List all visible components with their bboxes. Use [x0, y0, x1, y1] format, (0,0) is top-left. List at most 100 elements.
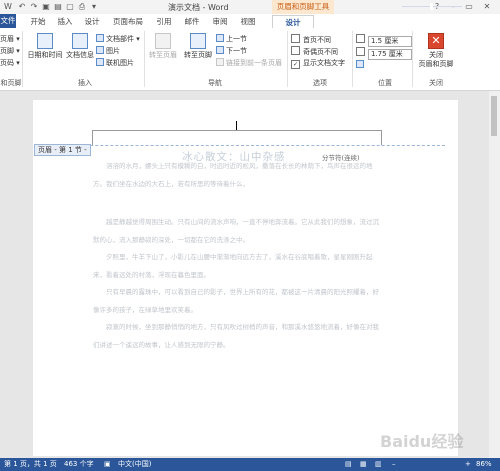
close-label-line2: 页眉和页脚 — [418, 60, 454, 68]
redo-icon[interactable]: ↷ — [29, 2, 39, 12]
date-time-button[interactable]: 日期和时间 — [25, 33, 65, 60]
save-icon[interactable]: ▣ — [41, 2, 51, 12]
link-to-previous-label: 链接到前一条页眉 — [226, 59, 282, 67]
customize-icon[interactable]: ▾ — [89, 2, 99, 12]
close-label-line1: 关闭 — [429, 51, 443, 59]
tab-references[interactable]: 引用 — [154, 15, 174, 28]
first-page-different-checkbox[interactable]: 首页不同 — [291, 34, 331, 44]
zoom-in-icon[interactable]: + — [465, 458, 471, 471]
goto-header-button[interactable]: 转至页眉 — [146, 33, 180, 60]
close-window-icon[interactable]: ✕ — [480, 1, 494, 13]
previous-icon — [216, 34, 224, 42]
print-layout-icon[interactable]: ▦ — [360, 458, 367, 471]
calendar-icon — [37, 33, 53, 49]
header-edit-region[interactable] — [92, 130, 382, 145]
next-section-label: 下一节 — [226, 47, 247, 55]
group-divider — [287, 31, 288, 87]
page-number-dropdown[interactable]: 页码 ▾ — [0, 58, 20, 68]
header-dropdown[interactable]: 页眉 ▾ — [0, 34, 20, 44]
page-count-status[interactable]: 第 1 页，共 1 页 — [4, 458, 57, 471]
zoom-level[interactable]: 86% — [476, 458, 492, 471]
previous-section-button[interactable]: 上一节 — [216, 34, 247, 44]
tab-page-layout[interactable]: 页面布局 — [110, 15, 146, 28]
maximize-icon[interactable]: ▭ — [462, 1, 476, 13]
document-info-button[interactable]: 文档信息 — [63, 33, 97, 60]
zoom-out-icon[interactable]: – — [392, 458, 396, 471]
proofing-icon[interactable]: ▣ — [104, 458, 111, 471]
document-info-label: 文档信息 — [66, 51, 94, 59]
odd-even-different-checkbox[interactable]: 奇偶页不同 — [291, 46, 338, 56]
vertical-scrollbar[interactable] — [489, 91, 500, 458]
header-position-spinner[interactable]: 1.5 厘米 — [356, 34, 412, 47]
footer-position-value[interactable]: 1.75 厘米 — [368, 49, 412, 60]
footer-position-icon — [356, 47, 365, 56]
group-label-position: 位置 — [378, 79, 392, 87]
insert-alignment-tab-icon[interactable] — [356, 60, 366, 70]
group-divider — [352, 31, 353, 87]
close-x-icon: ✕ — [428, 33, 444, 49]
paragraph: 溶溶的水月，螺头上只有模糊的白，时远时近的松风，撒落在长长的林荫下，鸟声在很远的… — [93, 162, 373, 188]
group-divider — [144, 31, 145, 87]
tab-header-footer-design[interactable]: 设计 — [272, 15, 314, 29]
watermark-logo: Baidu经验 — [380, 432, 464, 451]
online-picture-button[interactable]: 联机图片 — [96, 58, 134, 68]
tab-design[interactable]: 设计 — [82, 15, 102, 28]
show-text-label: 显示文档文字 — [303, 59, 345, 67]
status-bar: 第 1 页，共 1 页 463 个字 ▣ 中文(中国) ▤ ▦ ▥ – + 86… — [0, 458, 500, 471]
tab-review[interactable]: 审阅 — [210, 15, 230, 28]
footer-dropdown[interactable]: 页脚 ▾ — [0, 46, 20, 56]
word-logo-icon: W — [4, 2, 12, 11]
alignment-tab-icon — [356, 60, 364, 68]
document-parts-icon — [96, 34, 104, 42]
tab-home[interactable]: 开始 — [26, 15, 50, 28]
header-position-icon — [356, 34, 365, 43]
document-info-icon — [72, 33, 88, 49]
date-time-label: 日期和时间 — [27, 51, 63, 59]
language-status[interactable]: 中文(中国) — [118, 458, 151, 471]
paragraph: 寂寞的时候，坐到那静悄悄的地方，只有风吹过树梢的声音，和那溪水悠悠地流着，好像在… — [93, 323, 379, 349]
tab-insert[interactable]: 插入 — [55, 15, 75, 28]
close-header-footer-button[interactable]: ✕ 关闭 页眉和页脚 — [413, 33, 459, 69]
open-icon[interactable]: ▤ — [53, 2, 63, 12]
paragraph: 只有早晨的露珠中，可以看到自己的影子，世界上所有的花，都被这一片清晨的阳光照耀着… — [93, 288, 379, 314]
web-layout-icon[interactable]: ▥ — [375, 458, 382, 471]
group-label-header-footer: 和页脚 — [0, 79, 22, 87]
picture-button[interactable]: 图片 — [96, 46, 120, 56]
paragraph: 夕照里，牛羊下山了，小影儿在山腰中渐渐地向远方去了，溪水在谷底唱着歌，星星刚刚升… — [93, 253, 373, 279]
document-parts-label: 文档部件 ▾ — [106, 35, 140, 43]
zoom-slider-knob[interactable] — [430, 3, 433, 10]
new-icon[interactable]: ▢ — [65, 2, 75, 12]
goto-footer-label: 转至页脚 — [184, 51, 212, 59]
scrollbar-thumb[interactable] — [491, 96, 497, 136]
header-position-value[interactable]: 1.5 厘米 — [368, 36, 412, 47]
title-bar: W ↶ ↷ ▣ ▤ ▢ ⎙ ▾ 演示文档 - Word 页眉和页脚工具 ? – … — [0, 0, 500, 14]
word-count-status[interactable]: 463 个字 — [64, 458, 94, 471]
group-label-navigation: 导航 — [208, 79, 222, 87]
goto-footer-icon — [190, 33, 206, 49]
tab-mailings[interactable]: 邮件 — [182, 15, 202, 28]
minimize-icon[interactable]: – — [446, 1, 460, 13]
group-label-options: 选项 — [313, 79, 327, 87]
odd-even-label: 奇偶页不同 — [303, 48, 338, 56]
link-to-previous-button[interactable]: 链接到前一条页眉 — [216, 58, 282, 68]
goto-header-icon — [155, 33, 171, 49]
first-page-label: 首页不同 — [303, 36, 331, 44]
next-icon — [216, 46, 224, 54]
window-title: 演示文档 - Word — [168, 3, 229, 12]
document-parts-dropdown[interactable]: 文档部件 ▾ — [96, 34, 140, 44]
tab-file[interactable]: 文件 — [0, 14, 16, 28]
check-mark-icon: ✓ — [291, 60, 300, 69]
picture-icon — [96, 46, 104, 54]
checkbox-box — [291, 46, 300, 55]
tab-view[interactable]: 视图 — [238, 15, 258, 28]
print-icon[interactable]: ⎙ — [77, 2, 87, 12]
online-picture-icon — [96, 58, 104, 66]
show-document-text-checkbox[interactable]: ✓ 显示文档文字 — [291, 58, 345, 69]
goto-footer-button[interactable]: 转至页脚 — [181, 33, 215, 60]
footer-position-spinner[interactable]: 1.75 厘米 — [356, 47, 412, 60]
undo-icon[interactable]: ↶ — [17, 2, 27, 12]
link-icon — [216, 58, 224, 66]
next-section-button[interactable]: 下一节 — [216, 46, 247, 56]
text-cursor — [236, 121, 237, 130]
read-mode-icon[interactable]: ▤ — [345, 458, 352, 471]
